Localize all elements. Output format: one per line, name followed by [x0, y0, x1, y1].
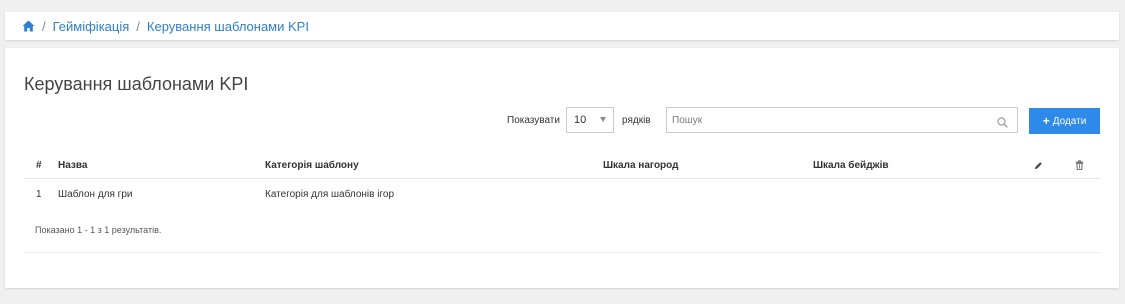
add-button-label: Додати [1052, 115, 1087, 127]
table-header: # Назва Категорiя шаблону Шкала нагород … [24, 152, 1100, 179]
divider [24, 252, 1100, 253]
plus-icon: + [1042, 114, 1050, 128]
main-panel: Керування шаблонами KPI Показувати 10 ря… [5, 48, 1119, 288]
page-size-select[interactable]: 10 [566, 107, 614, 133]
breadcrumb-separator: / [42, 18, 46, 34]
rows-label: рядкiв [622, 115, 651, 126]
pencil-icon [1034, 152, 1043, 178]
row-name[interactable]: Шаблон для гри [58, 179, 132, 209]
search-input[interactable] [666, 107, 1018, 133]
column-header-category[interactable]: Категорiя шаблону [265, 152, 359, 178]
page-title: Керування шаблонами KPI [24, 74, 249, 94]
row-category: Категорiя для шаблонiв iгор [265, 188, 395, 200]
breadcrumb-kpi-templates[interactable]: Керування шаблонами KPI [147, 19, 309, 34]
home-icon[interactable] [22, 20, 35, 32]
row-num: 1 [36, 188, 42, 200]
column-header-name[interactable]: Назва [58, 152, 87, 178]
caret-down-icon [600, 117, 606, 122]
table-row[interactable]: 1 Шаблон для гри Категорiя для шаблонiв … [24, 179, 1100, 209]
search-icon[interactable] [997, 115, 1008, 128]
breadcrumb-separator: / [136, 18, 140, 34]
show-label: Показувати [507, 115, 560, 126]
page-size-value: 10 [574, 114, 587, 126]
column-header-num: # [36, 159, 42, 171]
add-button[interactable]: + Додати [1029, 108, 1100, 134]
breadcrumb-gamification[interactable]: Геймiфiкацiя [53, 19, 130, 34]
breadcrumb: / Геймiфiкацiя / Керування шаблонами KPI [5, 12, 1119, 40]
trash-icon [1075, 152, 1084, 178]
column-header-badge-scale[interactable]: Шкала бейджiв [813, 152, 889, 178]
kpi-templates-table: # Назва Категорiя шаблону Шкала нагород … [24, 152, 1100, 209]
results-summary: Показано 1 - 1 з 1 результатiв. [35, 225, 162, 235]
column-header-reward-scale[interactable]: Шкала нагород [603, 152, 678, 178]
